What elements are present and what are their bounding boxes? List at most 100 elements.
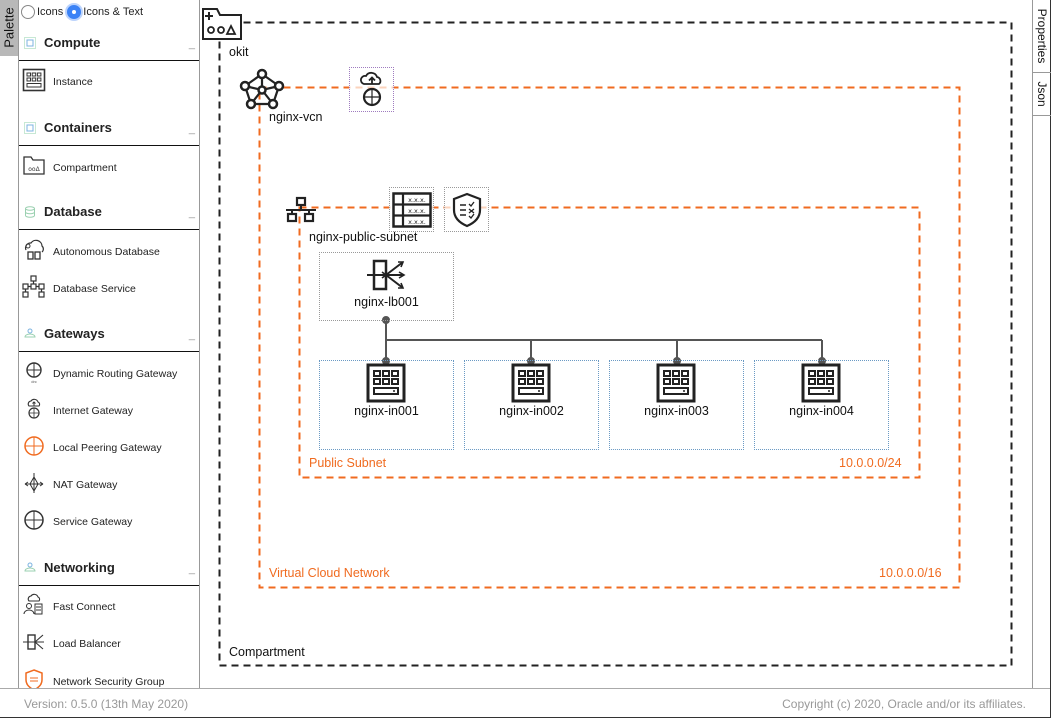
- canvas-instance[interactable]: nginx-in001: [319, 360, 454, 450]
- canvas-instance[interactable]: nginx-in003: [609, 360, 744, 450]
- palette-item-label: Fast Connect: [53, 601, 116, 613]
- load-balancer-icon: [367, 259, 406, 291]
- palette-item-internet-gateway[interactable]: Internet Gateway: [19, 397, 199, 425]
- vcn-type-label: Virtual Cloud Network: [269, 566, 390, 580]
- gateways-section-icon: [24, 328, 36, 338]
- section-title: Containers: [44, 120, 112, 135]
- database-section-icon: [25, 206, 35, 218]
- security-list-icon: [452, 192, 482, 228]
- canvas-svg: [218, 21, 1013, 667]
- minimize-icon[interactable]: _: [189, 207, 195, 219]
- palette-item-label: Service Gateway: [53, 516, 133, 528]
- instance-name: nginx-in004: [789, 404, 854, 418]
- section-title: Gateways: [44, 326, 105, 341]
- instance-icon: [656, 363, 696, 403]
- palette-sidebar: Icons Icons & Text Compute _ Instance Co…: [18, 0, 200, 688]
- compute-section-icon: [24, 37, 36, 49]
- nat-gateway-icon: [24, 473, 44, 493]
- section-containers[interactable]: Containers _: [19, 115, 199, 146]
- tab-json[interactable]: Json: [1033, 73, 1051, 116]
- palette-item-fast-connect[interactable]: Fast Connect: [19, 593, 199, 621]
- internet-gateway-icon: [360, 71, 382, 107]
- containers-section-icon: [24, 122, 36, 134]
- internet-gateway-icon: [27, 398, 41, 419]
- palette-item-nat-gateway[interactable]: NAT Gateway: [19, 471, 199, 499]
- section-database[interactable]: Database _: [19, 199, 199, 230]
- minimize-icon[interactable]: _: [189, 38, 195, 50]
- tab-json-label: Json: [1035, 81, 1049, 107]
- section-title: Networking: [44, 560, 115, 575]
- section-gateways[interactable]: Gateways _: [19, 321, 199, 352]
- vcn-name[interactable]: nginx-vcn: [269, 110, 323, 124]
- tab-properties[interactable]: Properties: [1033, 0, 1051, 73]
- radio-icons-label: Icons: [37, 6, 64, 18]
- radio-icons[interactable]: [21, 5, 35, 19]
- subnet-icon[interactable]: [285, 196, 317, 224]
- svg-text:x.x.x.: x.x.x.: [408, 196, 426, 204]
- instance-icon: [22, 68, 46, 92]
- palette-item-label: Autonomous Database: [53, 246, 160, 258]
- palette-item-database-service[interactable]: Database Service: [19, 275, 199, 303]
- svg-text:drc: drc: [31, 379, 37, 384]
- canvas-internet-gateway[interactable]: [349, 67, 394, 112]
- canvas-instance[interactable]: nginx-in004: [754, 360, 889, 450]
- canvas-security-list[interactable]: [444, 187, 489, 232]
- vcn-cidr: 10.0.0.0/16: [879, 566, 942, 580]
- version-text: Version: 0.5.0 (13th May 2020): [24, 697, 189, 711]
- compartment-type-label: Compartment: [229, 645, 305, 659]
- compartment-icon: ooΔ: [23, 156, 45, 175]
- palette-item-dynamic-routing-gateway[interactable]: drc Dynamic Routing Gateway: [19, 360, 199, 388]
- view-mode-toggle: Icons Icons & Text: [21, 5, 143, 19]
- subnet-name[interactable]: nginx-public-subnet: [309, 230, 417, 244]
- radio-icons-and-text[interactable]: [67, 5, 82, 19]
- palette-item-instance[interactable]: Instance: [19, 68, 199, 96]
- compartment-name[interactable]: okit: [229, 45, 248, 59]
- design-canvas[interactable]: okit Compartment nginx-vcn Virtual Cloud…: [199, 0, 1032, 688]
- palette-item-label: Compartment: [53, 162, 117, 174]
- minimize-icon[interactable]: _: [189, 329, 195, 341]
- palette-item-network-security-group[interactable]: Network Security Group: [19, 668, 199, 688]
- section-compute[interactable]: Compute _: [19, 30, 199, 61]
- route-table-icon: x.x.x. x.x.x. x.x.x.: [392, 192, 432, 228]
- section-networking[interactable]: Networking _: [19, 555, 199, 586]
- service-gateway-icon: [24, 510, 44, 530]
- palette-item-label: Dynamic Routing Gateway: [53, 368, 178, 380]
- autonomous-database-icon: [24, 239, 44, 260]
- palette-item-service-gateway[interactable]: Service Gateway: [19, 508, 199, 536]
- connectors: [382, 316, 826, 365]
- palette-item-load-balancer[interactable]: Load Balancer: [19, 630, 199, 658]
- palette-item-label: Load Balancer: [53, 638, 121, 650]
- load-balancer-icon: [23, 634, 44, 650]
- palette-item-autonomous-database[interactable]: Autonomous Database: [19, 238, 199, 266]
- palette-tab[interactable]: Palette: [0, 0, 19, 56]
- minimize-icon[interactable]: _: [189, 563, 195, 575]
- subnet-type-label: Public Subnet: [309, 456, 387, 470]
- minimize-icon[interactable]: _: [189, 123, 195, 135]
- canvas-instance[interactable]: nginx-in002: [464, 360, 599, 450]
- local-peering-gateway-icon: [24, 436, 44, 456]
- instance-icon: [511, 363, 551, 403]
- svg-text:ooΔ: ooΔ: [28, 166, 40, 173]
- palette-item-label: NAT Gateway: [53, 479, 118, 491]
- palette-item-compartment[interactable]: ooΔ Compartment: [19, 154, 199, 182]
- palette-item-label: Local Peering Gateway: [53, 442, 162, 454]
- canvas-route-table[interactable]: x.x.x. x.x.x. x.x.x.: [389, 187, 434, 232]
- dynamic-routing-gateway-icon: drc: [26, 362, 42, 384]
- instance-name: nginx-in001: [354, 404, 419, 418]
- palette-item-label: Instance: [53, 76, 93, 88]
- instance-icon: [366, 363, 406, 403]
- copyright-text: Copyright (c) 2020, Oracle and/or its af…: [782, 697, 1026, 711]
- subnet-cidr: 10.0.0.0/24: [839, 456, 902, 470]
- vcn-icon[interactable]: [239, 68, 285, 110]
- palette-item-local-peering-gateway[interactable]: Local Peering Gateway: [19, 434, 199, 462]
- section-title: Database: [44, 204, 102, 219]
- canvas-load-balancer[interactable]: nginx-lb001: [319, 252, 454, 321]
- palette-item-label: Database Service: [53, 283, 136, 295]
- network-security-group-icon: [25, 669, 43, 688]
- tab-properties-label: Properties: [1035, 8, 1049, 64]
- section-title: Compute: [44, 35, 101, 50]
- compartment-icon[interactable]: [201, 7, 243, 41]
- instance-name: nginx-in002: [499, 404, 564, 418]
- instance-name: nginx-in003: [644, 404, 709, 418]
- footer: Version: 0.5.0 (13th May 2020) Copyright…: [0, 688, 1050, 718]
